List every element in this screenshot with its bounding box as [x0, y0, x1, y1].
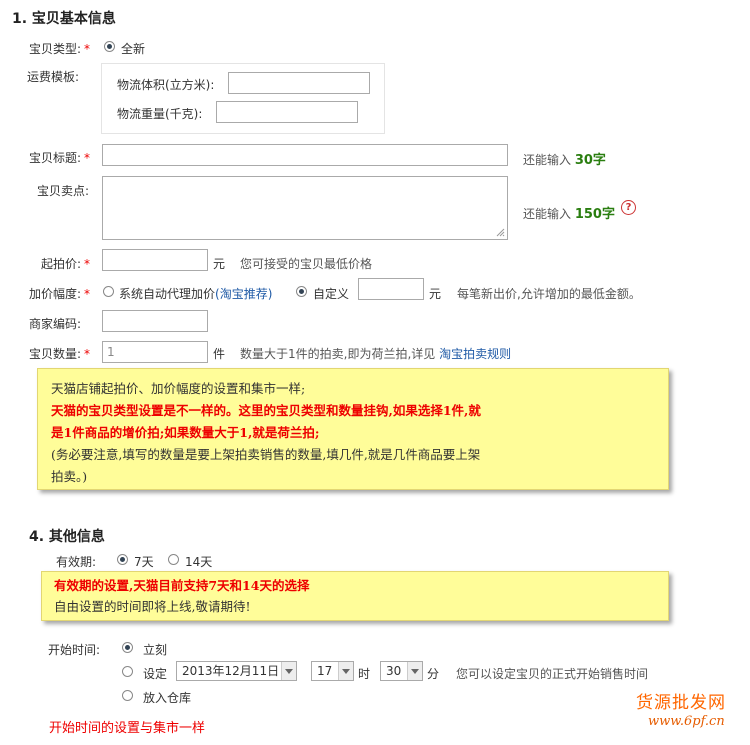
- resize-handle-icon[interactable]: [496, 228, 505, 237]
- start-price-label: 起拍价: *: [41, 257, 91, 271]
- watermark-url: www.6pf.cn: [648, 714, 725, 729]
- quantity-unit: 件: [213, 347, 226, 361]
- logistics-weight-input[interactable]: [216, 101, 358, 123]
- start-hour-select[interactable]: 17: [311, 661, 354, 681]
- increment-auto-label: 系统自动代理加价(淘宝推荐): [119, 287, 273, 301]
- taobao-recommend-link[interactable]: (淘宝推荐): [215, 287, 272, 301]
- start-minute-value: 30: [386, 664, 402, 678]
- warehouse-radio[interactable]: [122, 690, 133, 701]
- increment-unit: 元: [429, 287, 442, 301]
- required-asterisk: *: [84, 151, 91, 165]
- required-asterisk: *: [84, 287, 91, 301]
- start-set-radio[interactable]: [122, 666, 133, 677]
- note-line: 天猫的宝贝类型设置是不一样的。这里的宝贝类型和数量挂钩,如果选择1件,就: [51, 403, 481, 418]
- logistics-weight-label: 物流重量(千克):: [117, 107, 203, 121]
- note-line: 有效期的设置,天猫目前支持7天和14天的选择: [54, 578, 310, 593]
- selling-point-textarea[interactable]: [102, 176, 508, 240]
- validity-label: 有效期:: [56, 555, 97, 569]
- note-line: 自由设置的时间即将上线,敬请期待!: [54, 599, 251, 614]
- chevron-down-icon: [338, 662, 353, 680]
- merchant-code-input[interactable]: [102, 310, 208, 332]
- required-asterisk: *: [84, 42, 91, 56]
- start-time-hint: 您可以设定宝贝的正式开始销售时间: [456, 667, 649, 681]
- validity-14-radio[interactable]: [168, 554, 179, 565]
- item-type-label: 宝贝类型: *: [29, 42, 91, 56]
- increment-auto-radio[interactable]: [103, 286, 114, 297]
- increment-custom-input[interactable]: [358, 278, 424, 300]
- start-price-hint: 您可接受的宝贝最低价格: [240, 257, 373, 271]
- quantity-hint: 数量大于1件的拍卖,即为荷兰拍,详见 淘宝拍卖规则: [240, 347, 512, 361]
- section-title-basic-info: 1. 宝贝基本信息: [12, 11, 116, 27]
- help-icon[interactable]: ?: [621, 200, 636, 215]
- validity-7-radio[interactable]: [117, 554, 128, 565]
- item-type-new-radio[interactable]: [104, 41, 115, 52]
- watermark-title: 货源批发网: [636, 693, 726, 713]
- start-minute-select[interactable]: 30: [380, 661, 423, 681]
- note-line: 是1件商品的增价拍;如果数量大于1,就是荷兰拍;: [51, 425, 320, 440]
- start-time-label: 开始时间:: [48, 643, 101, 657]
- chevron-down-icon: [407, 662, 422, 680]
- validity-7-label: 7天: [134, 555, 154, 569]
- quantity-label: 宝贝数量: *: [29, 347, 91, 361]
- note-line: 天猫店铺起拍价、加价幅度的设置和集市一样;: [51, 381, 306, 396]
- quantity-input[interactable]: 1: [102, 341, 208, 363]
- increment-label: 加价幅度: *: [29, 287, 91, 301]
- selling-point-hint: 还能输入 150字: [523, 207, 615, 222]
- hour-unit: 时: [358, 667, 371, 681]
- auction-rules-link[interactable]: 淘宝拍卖规则: [439, 347, 511, 361]
- start-now-radio[interactable]: [122, 642, 133, 653]
- merchant-code-label: 商家编码:: [29, 317, 82, 331]
- sticky-note-validity: 有效期的设置,天猫目前支持7天和14天的选择 自由设置的时间即将上线,敬请期待!: [41, 571, 669, 621]
- shipping-template-label: 运费模板:: [27, 70, 80, 84]
- required-asterisk: *: [84, 347, 91, 361]
- logistics-volume-input[interactable]: [228, 72, 370, 94]
- logistics-volume-label: 物流体积(立方米):: [117, 78, 215, 92]
- sticky-note-auction: 天猫店铺起拍价、加价幅度的设置和集市一样; 天猫的宝贝类型设置是不一样的。这里的…: [37, 368, 669, 490]
- item-title-label: 宝贝标题: *: [29, 151, 91, 165]
- required-asterisk: *: [84, 257, 91, 271]
- start-hour-value: 17: [317, 664, 333, 678]
- validity-14-label: 14天: [185, 555, 213, 569]
- warehouse-label: 放入仓库: [143, 691, 192, 705]
- section-title-other-info: 4. 其他信息: [29, 529, 105, 545]
- increment-custom-radio[interactable]: [296, 286, 307, 297]
- increment-hint: 每笔新出价,允许增加的最低金额。: [457, 287, 641, 301]
- note-line: 拍卖。): [51, 469, 88, 484]
- item-title-hint: 还能输入 30字: [523, 153, 606, 168]
- start-set-label: 设定: [143, 667, 168, 681]
- minute-unit: 分: [427, 667, 440, 681]
- selling-point-label: 宝贝卖点:: [37, 184, 90, 198]
- start-price-unit: 元: [213, 257, 226, 271]
- start-date-select[interactable]: 2013年12月11日: [176, 661, 297, 681]
- item-type-new-label: 全新: [121, 42, 146, 56]
- chevron-down-icon: [281, 662, 296, 680]
- increment-custom-label: 自定义: [313, 287, 350, 301]
- item-title-input[interactable]: [102, 144, 508, 166]
- start-now-label: 立刻: [143, 643, 168, 657]
- note-line: (务必要注意,填写的数量是要上架拍卖销售的数量,填几件,就是几件商品要上架: [51, 447, 481, 462]
- start-date-value: 2013年12月11日: [182, 664, 280, 678]
- footer-note: 开始时间的设置与集市一样: [49, 721, 206, 736]
- start-price-input[interactable]: [102, 249, 208, 271]
